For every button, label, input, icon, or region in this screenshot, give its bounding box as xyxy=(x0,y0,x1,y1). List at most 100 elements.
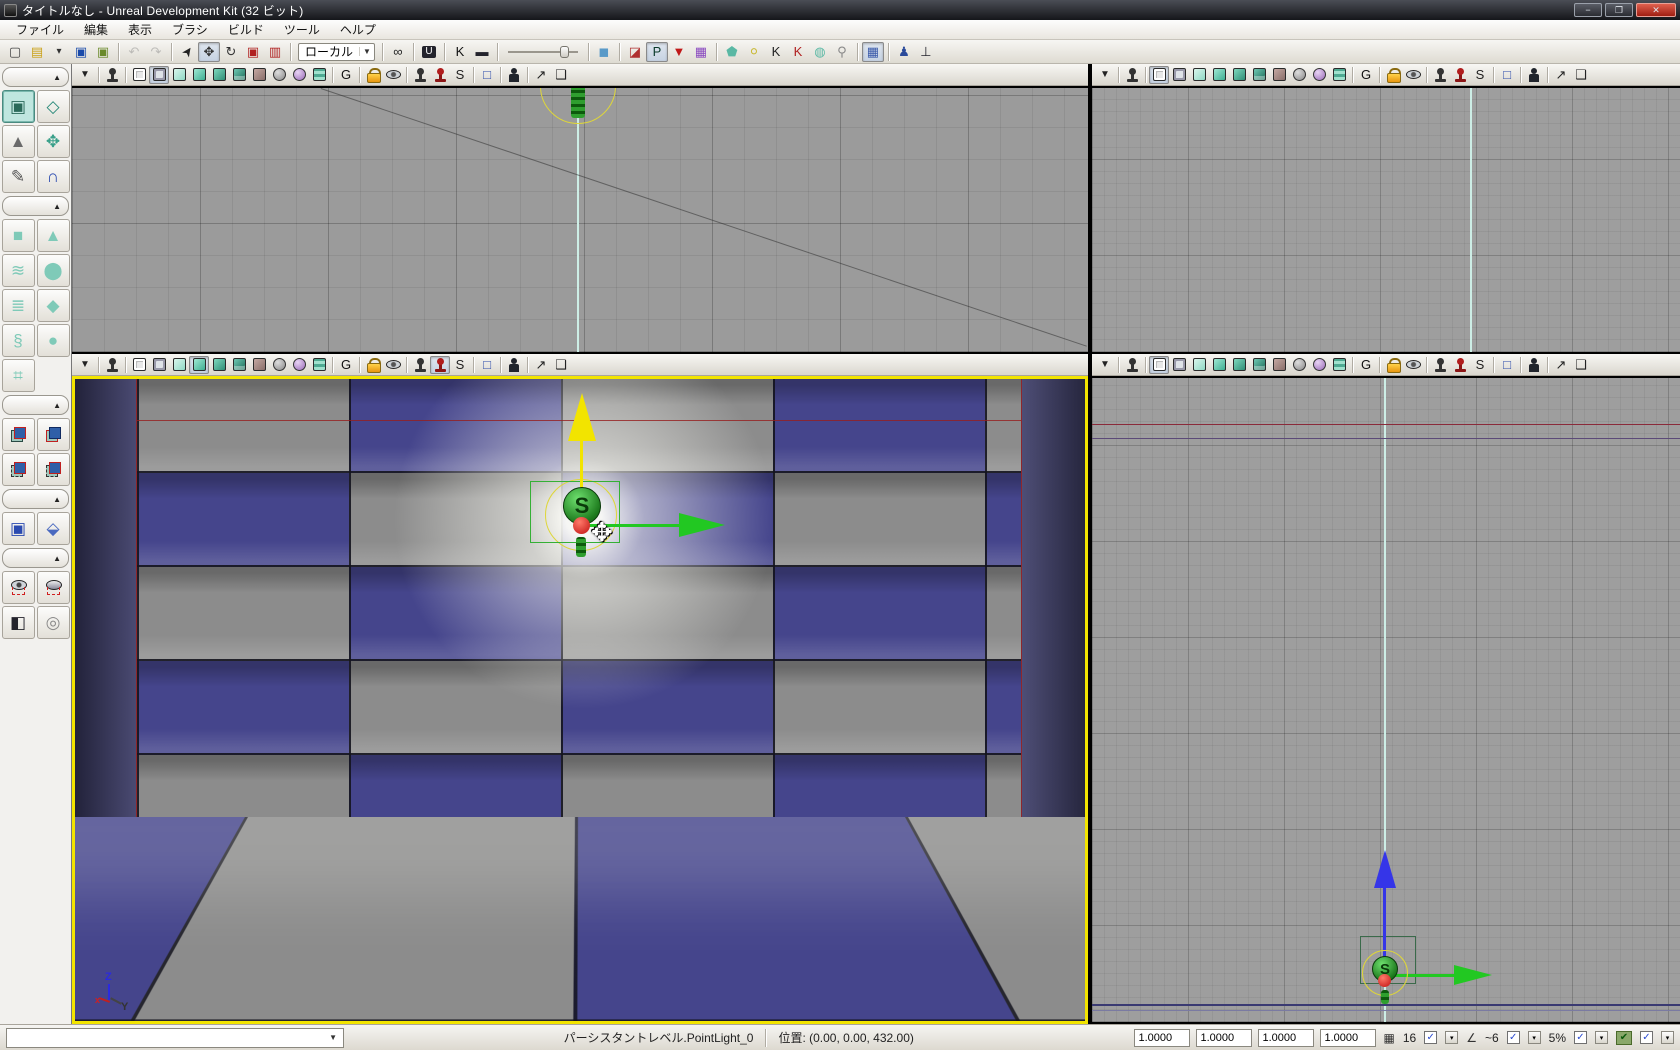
float-viewport-button[interactable]: ❑ xyxy=(1571,356,1591,374)
open-level-button[interactable]: ▤ xyxy=(26,42,48,62)
cylinder-brush-button[interactable]: ⬤ xyxy=(37,254,70,287)
show-flags-eye-button[interactable] xyxy=(1403,66,1423,84)
spiral-stair-brush-button[interactable]: § xyxy=(2,324,35,357)
maximize-viewport-button[interactable]: ↗ xyxy=(1551,66,1571,84)
camera-mode-button[interactable]: ▣ xyxy=(2,90,35,123)
shadow-complexity-mode-button[interactable] xyxy=(1269,356,1289,374)
shader-complexity-mode-button[interactable] xyxy=(269,66,289,84)
rotate-tool-button[interactable]: ↻ xyxy=(220,42,242,62)
lighting-only-mode-button[interactable] xyxy=(229,66,249,84)
socket-bulb-button[interactable]: ⚲ xyxy=(831,42,853,62)
wireframe-mode-button[interactable] xyxy=(129,356,149,374)
light-complexity-mode-button[interactable] xyxy=(1309,66,1329,84)
menu-item-0[interactable]: ファイル xyxy=(6,19,74,40)
light-complexity-mode-button[interactable] xyxy=(1309,356,1329,374)
transform-space-select[interactable]: ローカル▼ xyxy=(298,43,375,61)
wireframe-mode-button[interactable] xyxy=(1149,356,1169,374)
grid-snap-checkbox[interactable]: ✓ xyxy=(1424,1031,1437,1044)
camera-speed-slider[interactable] xyxy=(508,45,578,59)
wireframe-mode-button[interactable] xyxy=(129,66,149,84)
camera-joystick-button[interactable] xyxy=(410,66,430,84)
brush-square-button[interactable]: □ xyxy=(477,356,497,374)
shader-complexity-mode-button[interactable] xyxy=(1289,66,1309,84)
cube-brush-button[interactable]: ■ xyxy=(2,219,35,252)
gizmo-z-arrowhead[interactable] xyxy=(568,393,596,441)
volume-actor-button[interactable]: ⬟ xyxy=(721,42,743,62)
maximize-button[interactable]: ❐ xyxy=(1605,3,1633,17)
add-volume-button[interactable]: ⬙ xyxy=(37,512,70,545)
save-button[interactable]: ▣ xyxy=(70,42,92,62)
show-flags-eye-button[interactable] xyxy=(383,66,403,84)
terrain-mode-button[interactable]: ▲ xyxy=(2,125,35,158)
build-geometry-button[interactable]: ♟ xyxy=(893,42,915,62)
lit-mode-button[interactable] xyxy=(1209,356,1229,374)
realtime-preview-button[interactable]: ▦ xyxy=(862,42,884,62)
rollup-brush-primitives[interactable]: ▲ xyxy=(2,196,69,216)
show-flags-eye-button[interactable] xyxy=(1403,356,1423,374)
actor-figure-button[interactable] xyxy=(1524,66,1544,84)
new-level-button[interactable]: ▢ xyxy=(4,42,26,62)
float-viewport-button[interactable]: ❑ xyxy=(551,356,571,374)
lighting-only-mode-button[interactable] xyxy=(229,356,249,374)
lock-viewport-button[interactable] xyxy=(363,356,383,374)
camera-joystick-button[interactable] xyxy=(1430,356,1450,374)
maximize-viewport-button[interactable]: ↗ xyxy=(1551,356,1571,374)
realtime-joystick-button[interactable] xyxy=(430,66,450,84)
play-on-device-button[interactable]: ▼ xyxy=(668,42,690,62)
light-bulb-button[interactable]: ⚪ xyxy=(743,42,765,62)
cone-brush-button[interactable]: ▲ xyxy=(37,219,70,252)
game-mode-button[interactable]: G xyxy=(336,356,356,374)
maximize-joystick-icon[interactable] xyxy=(1122,356,1142,374)
camera-joystick-button[interactable] xyxy=(1430,66,1450,84)
csg-deintersect-button[interactable] xyxy=(37,453,70,486)
content-browser-button[interactable]: U xyxy=(418,42,440,62)
undo-button[interactable]: ↶ xyxy=(123,42,145,62)
curved-stair-brush-button[interactable]: ≋ xyxy=(2,254,35,287)
detail-lighting-mode-button[interactable] xyxy=(1229,66,1249,84)
drag-grid-field-2[interactable]: 1.0000 xyxy=(1258,1029,1314,1047)
realtime-joystick-button[interactable] xyxy=(430,356,450,374)
squint-mode-button[interactable]: S xyxy=(1470,356,1490,374)
camera-joystick-button[interactable] xyxy=(410,356,430,374)
mesh-paint-mode-button[interactable]: ✎ xyxy=(2,160,35,193)
maximize-viewport-button[interactable]: ↗ xyxy=(531,66,551,84)
brush-wireframe-mode-button[interactable] xyxy=(149,356,169,374)
brush-wireframe-mode-button[interactable] xyxy=(1169,356,1189,374)
rotation-snap-dropdown[interactable]: ▾ xyxy=(1528,1031,1541,1044)
path-node-red-button[interactable]: K xyxy=(787,42,809,62)
menu-item-6[interactable]: ヘルプ xyxy=(330,19,386,40)
menu-item-4[interactable]: ビルド xyxy=(218,19,274,40)
squint-mode-button[interactable]: S xyxy=(450,356,470,374)
scale-snap-checkbox[interactable]: ✓ xyxy=(1574,1031,1587,1044)
lighting-only-mode-button[interactable] xyxy=(1249,356,1269,374)
viewport-options-arrow[interactable]: ▼ xyxy=(1095,66,1115,84)
linear-stair-brush-button[interactable]: ≣ xyxy=(2,289,35,322)
menu-item-2[interactable]: 表示 xyxy=(118,19,162,40)
scale-tool-button[interactable]: ▣ xyxy=(242,42,264,62)
maximize-viewport-button[interactable]: ↗ xyxy=(531,356,551,374)
actor-figure-button[interactable] xyxy=(1524,356,1544,374)
rollup-visibility[interactable]: ▲ xyxy=(2,548,69,568)
static-mesh-mode-button[interactable]: ∩ xyxy=(37,160,70,193)
scale-snap-dropdown[interactable]: ▾ xyxy=(1595,1031,1608,1044)
side-ortho-viewport[interactable]: S xyxy=(1092,376,1680,1024)
lock-viewport-button[interactable] xyxy=(1383,356,1403,374)
menu-item-5[interactable]: ツール xyxy=(274,19,330,40)
drag-grid-field-0[interactable]: 1.0000 xyxy=(1134,1029,1190,1047)
shader-complexity-mode-button[interactable] xyxy=(1289,356,1309,374)
material-quality-button[interactable]: ▦ xyxy=(690,42,712,62)
csg-subtract-button[interactable] xyxy=(37,418,70,451)
invert-show-button[interactable]: ◧ xyxy=(2,606,35,639)
sphere-brush-button[interactable]: ● xyxy=(37,324,70,357)
menu-item-3[interactable]: ブラシ xyxy=(162,19,218,40)
shader-complexity-mode-button[interactable] xyxy=(269,356,289,374)
autosave-dropdown[interactable]: ▾ xyxy=(1661,1031,1674,1044)
special-brush-button[interactable]: ▣ xyxy=(2,512,35,545)
brush-square-button[interactable]: □ xyxy=(477,66,497,84)
lit-mode-button[interactable] xyxy=(1209,66,1229,84)
top-ortho-viewport[interactable] xyxy=(72,86,1088,354)
rollup-csg[interactable]: ▲ xyxy=(2,395,69,415)
status-combobox[interactable]: ▼ xyxy=(6,1028,344,1048)
brush-polys-button[interactable]: ◼ xyxy=(593,42,615,62)
ortho-viewport-2[interactable] xyxy=(1092,86,1680,354)
